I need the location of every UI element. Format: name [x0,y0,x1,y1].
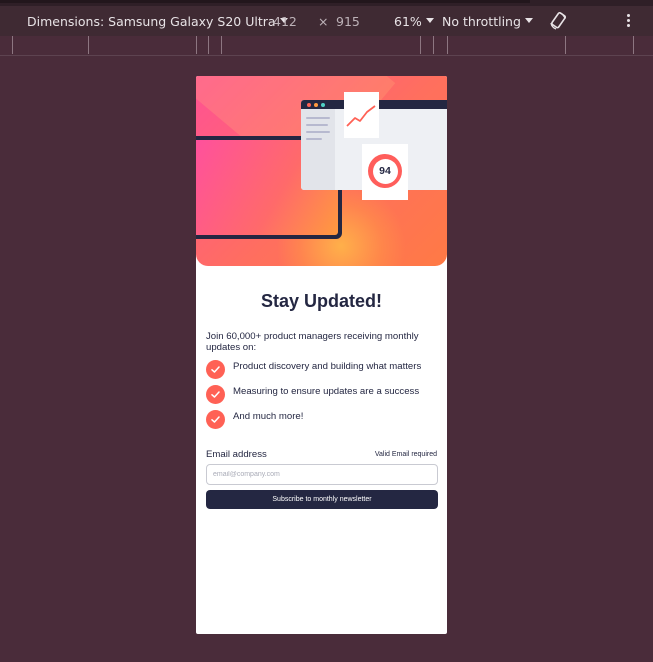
score-ring-icon: 94 [368,154,402,188]
chevron-down-icon [425,18,434,23]
kebab-menu-icon[interactable] [624,14,632,28]
throttling-label: No throttling [442,14,521,29]
rotate-icon[interactable] [548,11,568,31]
checkmark-icon [206,385,225,404]
emulated-viewport: 94 Stay Updated! Join 60,000+ product ma… [196,76,447,634]
devtools-device-toolbar: Dimensions: Samsung Galaxy S20 Ultra 412… [0,0,653,36]
device-selector[interactable]: Dimensions: Samsung Galaxy S20 Ultra [27,14,288,29]
email-error-message: Valid Email required [374,451,437,458]
email-label: Email address [206,449,267,460]
chart-card-illustration [344,92,379,138]
hero-illustration: 94 [196,76,447,266]
throttling-selector[interactable]: No throttling [442,14,533,29]
trend-line-icon [346,105,376,127]
zoom-label: 61% [394,14,422,29]
list-item: Product discovery and building what matt… [206,360,441,380]
dimension-separator: × [318,14,329,29]
feature-label: And much more! [233,411,304,422]
chevron-down-icon [524,18,533,23]
viewport-width-input[interactable]: 412 [273,14,297,29]
device-selector-label: Dimensions: Samsung Galaxy S20 Ultra [27,14,276,29]
page-title: Stay Updated! [260,291,383,311]
feature-label: Product discovery and building what matt… [233,361,422,372]
score-value: 94 [372,158,398,184]
intro-text: Join 60,000+ product managers receiving … [206,331,419,353]
checkmark-icon [206,410,225,429]
score-card-illustration: 94 [362,144,408,200]
list-item: Measuring to ensure updates are a succes… [206,385,441,405]
viewport-height-input[interactable]: 915 [336,14,360,29]
media-query-ruler [0,36,653,56]
list-item: And much more! [206,410,441,430]
zoom-selector[interactable]: 61% [394,14,434,29]
email-field[interactable] [206,464,438,485]
subscribe-button[interactable]: Subscribe to monthly newsletter [206,490,438,509]
toolbar-top-border [0,0,653,6]
checkmark-icon [206,360,225,379]
feature-label: Measuring to ensure updates are a succes… [233,386,420,397]
